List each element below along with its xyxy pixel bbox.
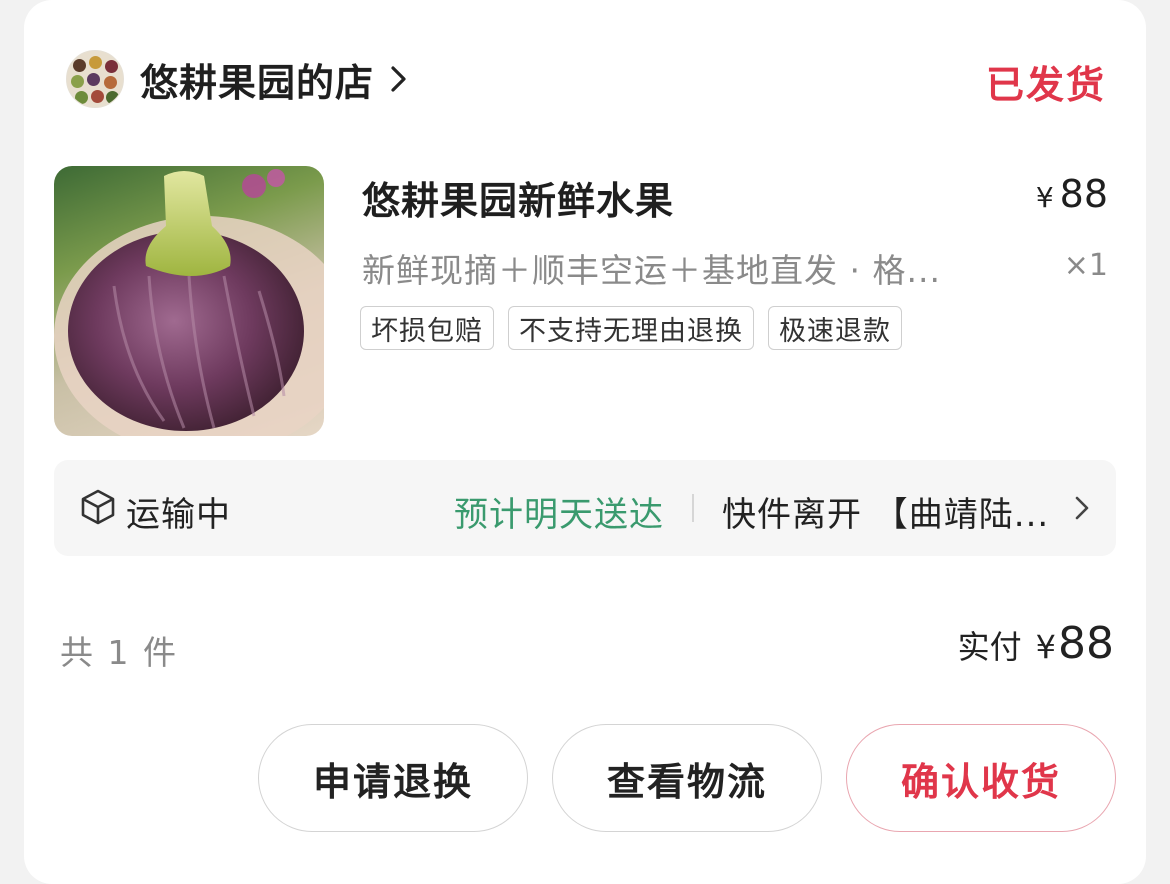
tag-damage-guarantee: 坏损包赔: [360, 306, 494, 350]
product-quantity: ×1: [1063, 248, 1108, 283]
order-card: 悠耕果园的店 已发货 悠耕果园新鲜水果 ¥ 88 新鲜现摘＋顺丰空运＋基地直发 …: [24, 0, 1146, 884]
request-return-button[interactable]: 申请退换: [258, 724, 528, 832]
store-avatar: [66, 50, 124, 108]
delivery-eta: 预计明天送达: [454, 495, 664, 535]
price-value: 88: [1059, 172, 1108, 216]
confirm-receipt-button[interactable]: 确认收货: [846, 724, 1116, 832]
product-spec: 新鲜现摘＋顺丰空运＋基地直发 · 格...: [362, 251, 941, 290]
chevron-right-icon: [388, 66, 410, 92]
tag-no-free-return: 不支持无理由退换: [508, 306, 754, 350]
item-count: 共 1 件: [60, 633, 178, 672]
tag-fast-refund: 极速退款: [768, 306, 902, 350]
order-status: 已发货: [985, 63, 1106, 107]
logistics-bar[interactable]: 运输中 预计明天送达 快件离开 【曲靖陆...: [54, 460, 1116, 556]
paid-label: 实付: [957, 628, 1022, 666]
package-icon: [80, 488, 116, 526]
price-currency: ¥: [1035, 181, 1054, 214]
logistics-detail: 快件离开 【曲靖陆...: [722, 495, 1050, 535]
store-name: 悠耕果园的店: [140, 60, 375, 105]
view-logistics-button[interactable]: 查看物流: [552, 724, 822, 832]
product-price: ¥88: [1036, 172, 1108, 216]
paid-amount: 88: [1058, 618, 1114, 669]
service-tags: 坏损包赔 不支持无理由退换 极速退款: [360, 306, 902, 350]
shipping-state: 运输中: [126, 495, 231, 535]
product-image[interactable]: [54, 166, 324, 436]
paid-currency: ¥: [1035, 628, 1056, 666]
divider: [692, 494, 694, 522]
paid-total: 实付 ¥ 88: [958, 618, 1114, 669]
store-link[interactable]: 悠耕果园的店: [66, 50, 410, 108]
chevron-right-icon: [1070, 494, 1094, 522]
product-title[interactable]: 悠耕果园新鲜水果: [362, 170, 674, 225]
